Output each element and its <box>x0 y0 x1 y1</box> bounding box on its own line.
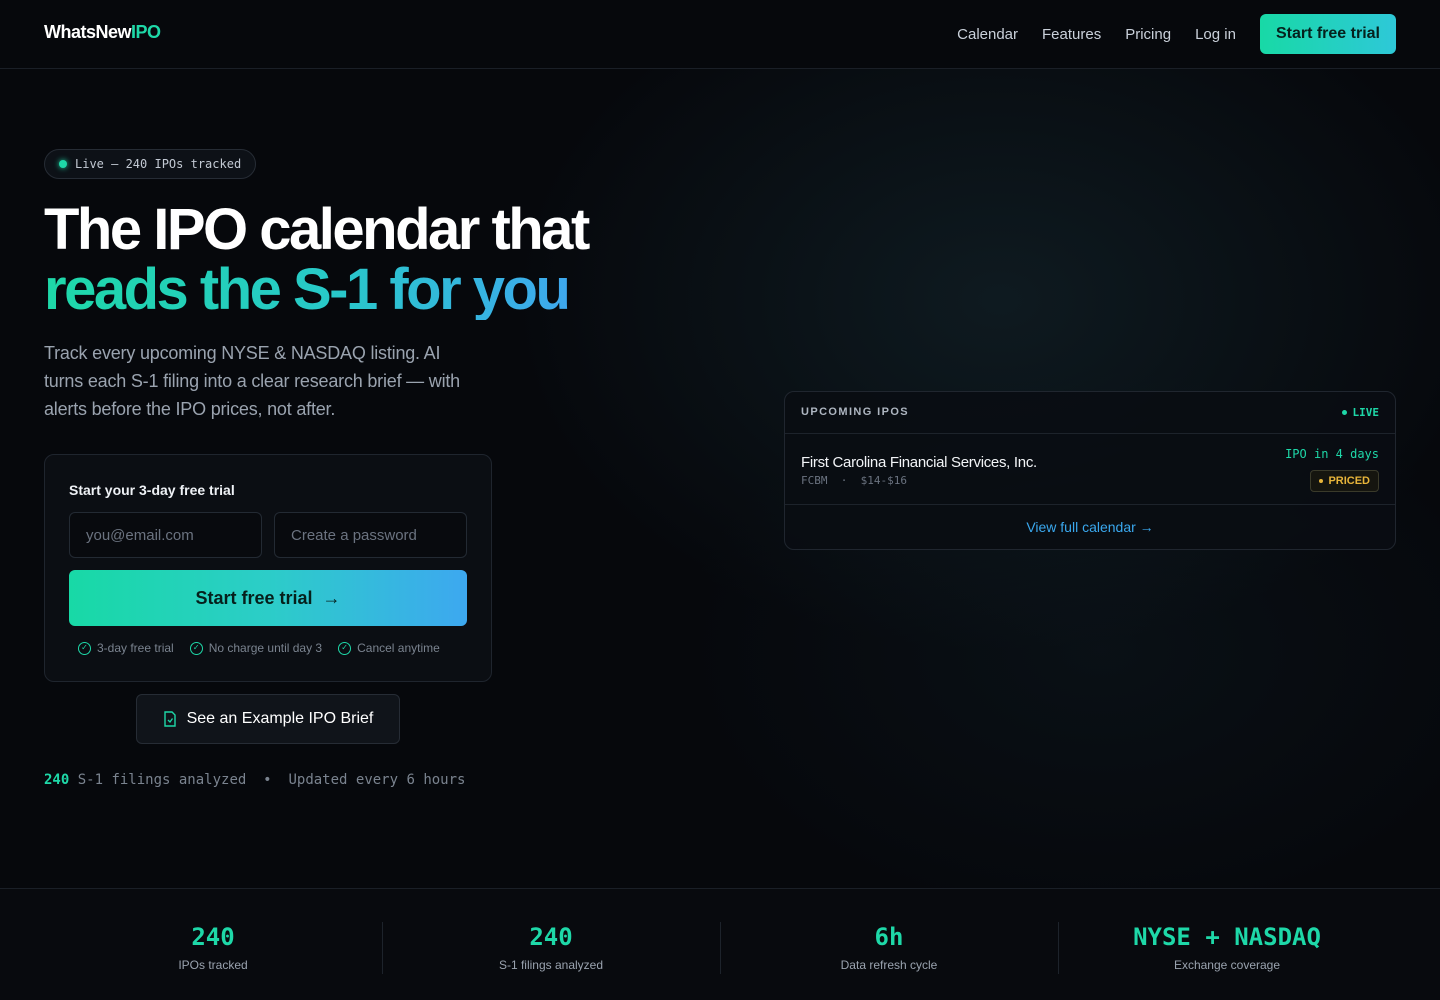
stats-line-separator: • <box>263 772 272 788</box>
stat-label: IPOs tracked <box>178 958 248 972</box>
perks-list: ✓ 3-day free trial ✓ No charge until day… <box>78 641 440 655</box>
stat-exchange-coverage: NYSE + NASDAQ Exchange coverage <box>1058 889 1396 1000</box>
check-circle-icon: ✓ <box>189 641 203 655</box>
example-brief-label: See an Example IPO Brief <box>186 710 374 727</box>
nav-link-features[interactable]: Features <box>1042 26 1101 43</box>
stat-value: 6h <box>874 923 904 951</box>
perk-label: Cancel anytime <box>357 641 440 655</box>
logo-accent: IPO <box>131 22 161 42</box>
status-badge: PRICED <box>1310 470 1379 492</box>
arrow-right-icon: → <box>322 587 341 608</box>
nav-start-trial-button[interactable]: Start free trial <box>1259 14 1396 54</box>
check-circle-icon: ✓ <box>338 641 352 655</box>
stats-bar: 240 IPOs tracked 240 S-1 filings analyze… <box>0 888 1440 1000</box>
perk-label: No charge until day 3 <box>208 641 323 655</box>
status-dot-icon <box>1319 479 1324 483</box>
stat-label: Exchange coverage <box>1173 958 1281 972</box>
upcoming-title: UPCOMING IPOS <box>801 406 910 418</box>
stats-line: 240 S-1 filings analyzed • Updated every… <box>44 772 465 788</box>
check-circle-icon: ✓ <box>78 641 91 655</box>
stat-value: 240 <box>529 923 573 951</box>
stats-line-text: S-1 filings analyzed <box>77 772 247 788</box>
stat-label: Data refresh cycle <box>840 958 938 972</box>
hero-headline: The IPO calendar that reads the S-1 for … <box>44 200 744 320</box>
ipo-price-range: $14-$16 <box>860 474 907 487</box>
live-dot-icon <box>1341 410 1347 415</box>
ipo-ticker: FCBM <box>801 474 828 487</box>
ipo-countdown: IPO in 4 days <box>1285 447 1379 461</box>
upcoming-live-label: LIVE <box>1352 406 1380 419</box>
password-field[interactable] <box>274 512 467 558</box>
stat-refresh-cycle: 6h Data refresh cycle <box>720 889 1058 1000</box>
nav-link-calendar[interactable]: Calendar <box>957 26 1018 43</box>
nav-link-login[interactable]: Log in <box>1195 26 1236 43</box>
stat-value: 240 <box>191 923 235 951</box>
stat-ipos-tracked: 240 IPOs tracked <box>44 889 382 1000</box>
start-trial-label: Start free trial <box>195 587 313 608</box>
logo-main: WhatsNew <box>44 22 132 42</box>
ipo-company-name: First Carolina Financial Services, Inc. <box>801 454 1037 471</box>
live-badge-text: Live — 240 IPOs tracked <box>75 157 242 171</box>
perk-item: ✓ Cancel anytime <box>338 641 440 655</box>
perk-item: ✓ No charge until day 3 <box>189 641 323 655</box>
stat-filings-analyzed: 240 S-1 filings analyzed <box>382 889 720 1000</box>
top-nav: WhatsNewIPO Calendar Features Pricing Lo… <box>0 0 1440 69</box>
email-field[interactable] <box>69 512 262 558</box>
stats-line-count: 240 <box>44 772 70 788</box>
nav-link-pricing[interactable]: Pricing <box>1125 26 1171 43</box>
nav-links: Calendar Features Pricing Log in Start f… <box>957 14 1396 54</box>
signup-title: Start your 3-day free trial <box>69 482 235 498</box>
ipo-meta: FCBM · $14-$16 <box>801 474 907 487</box>
signup-card: Start your 3-day free trial Start free t… <box>44 454 492 682</box>
logo[interactable]: WhatsNewIPO <box>44 22 161 43</box>
document-icon <box>163 711 176 727</box>
live-dot-icon <box>59 160 67 168</box>
view-full-calendar-link[interactable]: View full calendar → <box>785 519 1395 535</box>
perk-label: 3-day free trial <box>97 641 174 655</box>
stat-label: S-1 filings analyzed <box>498 958 604 972</box>
example-brief-button[interactable]: See an Example IPO Brief <box>136 694 400 744</box>
upcoming-header: UPCOMING IPOS LIVE <box>785 392 1395 434</box>
start-trial-button[interactable]: Start free trial → <box>69 570 467 626</box>
hero-subhead: Track every upcoming NYSE & NASDAQ listi… <box>44 343 460 419</box>
perk-item: ✓ 3-day free trial <box>78 641 174 655</box>
stats-line-updated: Updated every 6 hours <box>288 772 466 788</box>
stat-value: NYSE + NASDAQ <box>1133 923 1321 951</box>
status-badge-label: PRICED <box>1328 475 1370 487</box>
headline-line-1: The IPO calendar that <box>44 197 590 262</box>
headline-line-2: reads the S-1 for you <box>44 257 571 322</box>
upcoming-ipos-card: UPCOMING IPOS LIVE First Carolina Financ… <box>784 391 1396 550</box>
ipo-row[interactable]: First Carolina Financial Services, Inc. … <box>785 434 1395 505</box>
upcoming-live-indicator: LIVE <box>1341 406 1380 419</box>
live-badge: Live — 240 IPOs tracked <box>44 149 257 179</box>
